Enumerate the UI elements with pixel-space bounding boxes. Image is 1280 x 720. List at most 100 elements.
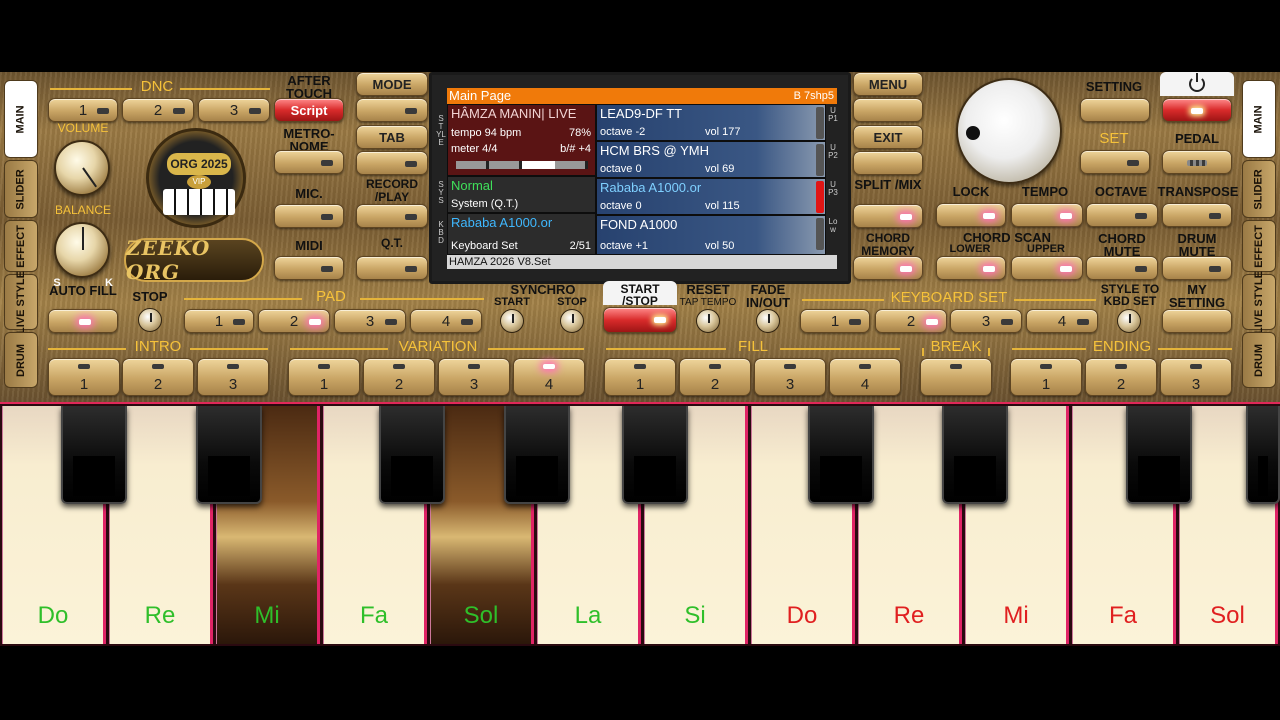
black-key[interactable] [1126, 406, 1192, 504]
keyboard-set-button-3[interactable]: 3 [950, 309, 1022, 333]
set-button[interactable] [1080, 150, 1150, 174]
black-key[interactable] [504, 406, 570, 504]
part-up2[interactable]: HCM BRS @ YMH octave 0 vol 69 [596, 141, 826, 178]
tab-effect-left[interactable]: EFFECT [4, 220, 38, 272]
tab-select-button[interactable] [356, 151, 428, 175]
synchro-start-knob[interactable] [500, 309, 524, 333]
black-key[interactable] [808, 406, 874, 504]
style-to-kbd-knob[interactable] [1117, 309, 1141, 333]
intro-button-3[interactable]: 3 [197, 358, 269, 396]
tempo-button[interactable] [1011, 203, 1083, 227]
script-button[interactable]: Script [274, 98, 344, 122]
octave-button[interactable] [1086, 203, 1158, 227]
variation-button-4[interactable]: 4 [513, 358, 585, 396]
synchro-stop-knob[interactable] [560, 309, 584, 333]
ending-button-2[interactable]: 2 [1085, 358, 1157, 396]
black-key[interactable] [622, 406, 688, 504]
drum-mute-button[interactable] [1162, 256, 1232, 280]
black-key[interactable] [1246, 406, 1280, 504]
variation-button-1[interactable]: 1 [288, 358, 360, 396]
tab-drum-right[interactable]: DRUM [1242, 332, 1276, 388]
lock-button[interactable] [936, 203, 1006, 227]
transpose-button[interactable] [1162, 203, 1232, 227]
divider [1012, 348, 1086, 350]
mode-button[interactable]: MODE [356, 72, 428, 96]
tab-button[interactable]: TAB [356, 125, 428, 149]
intro-button-2[interactable]: 2 [122, 358, 194, 396]
mode-select-button[interactable] [356, 98, 428, 122]
metronome-button[interactable] [274, 150, 344, 174]
fill-button-4[interactable]: 4 [829, 358, 901, 396]
menu-button[interactable]: MENU [853, 72, 923, 96]
split-mix-button[interactable] [853, 204, 923, 228]
fill-button-2[interactable]: 2 [679, 358, 751, 396]
balance-knob[interactable] [54, 222, 110, 278]
control-panel: MAIN SLIDER EFFECT LIVE STYLE DRUM MAIN … [0, 72, 1280, 402]
tab-main-left[interactable]: MAIN [4, 80, 38, 158]
fill-button-1[interactable]: 1 [604, 358, 676, 396]
black-key[interactable] [379, 406, 445, 504]
dnc-button-1[interactable]: 1 [48, 98, 118, 122]
exit-select-button[interactable] [853, 151, 923, 175]
keyboard-set-button-1[interactable]: 1 [800, 309, 870, 333]
reset-tap-knob[interactable] [696, 309, 720, 333]
sys-cell[interactable]: Normal System (Q.T.) [447, 176, 596, 213]
ending-button-1[interactable]: 1 [1010, 358, 1082, 396]
mic-button[interactable] [274, 204, 344, 228]
pad-button-1[interactable]: 1 [184, 309, 254, 333]
part-up3[interactable]: Rababa A1000.or octave 0 vol 115 [596, 178, 826, 215]
data-dial[interactable] [956, 78, 1062, 184]
keyboard-set-button-4[interactable]: 4 [1026, 309, 1098, 333]
midi-button[interactable] [274, 256, 344, 280]
variation-button-3[interactable]: 3 [438, 358, 510, 396]
pad-label: PAD [316, 288, 346, 305]
my-setting-button[interactable] [1162, 309, 1232, 333]
menu-select-button[interactable] [853, 98, 923, 122]
keyboard-set-button-2[interactable]: 2 [875, 309, 947, 333]
fill-button-3[interactable]: 3 [754, 358, 826, 396]
qt-button[interactable] [356, 256, 428, 280]
tab-drum-left[interactable]: DRUM [4, 332, 38, 388]
tab-main-right[interactable]: MAIN [1242, 80, 1276, 158]
volume-knob[interactable] [54, 140, 110, 196]
chord-memory-button[interactable] [853, 256, 923, 280]
beat-indicator [522, 161, 555, 169]
auto-fill-button[interactable] [48, 309, 118, 333]
black-key[interactable] [196, 406, 262, 504]
tab-live-style-right[interactable]: LIVE STYLE [1242, 271, 1276, 333]
black-key[interactable] [61, 406, 127, 504]
intro-button-1[interactable]: 1 [48, 358, 120, 396]
style-cell[interactable]: HÂMZA MANIN| LIVE tempo 94 bpm 78% meter… [447, 104, 596, 176]
exit-button[interactable]: EXIT [853, 125, 923, 149]
pedal-button[interactable] [1162, 150, 1232, 174]
tempo-percent: 78% [568, 127, 591, 139]
pad-button-2[interactable]: 2 [258, 309, 330, 333]
kbd-sub: Keyboard Set [451, 240, 518, 252]
transpose-text: b/# +4 [560, 143, 591, 155]
part-low[interactable]: FOND A1000 octave +1 vol 50 [596, 215, 826, 255]
dnc-button-3[interactable]: 3 [198, 98, 270, 122]
record-play-button[interactable] [356, 204, 428, 228]
tab-effect-right[interactable]: EFFECT [1242, 220, 1276, 272]
pad-button-3[interactable]: 3 [334, 309, 406, 333]
led-indicator [543, 364, 555, 369]
chord-scan-lower-button[interactable] [936, 256, 1006, 280]
start-stop-button[interactable] [603, 307, 677, 333]
tab-slider-right[interactable]: SLIDER [1242, 160, 1276, 218]
tab-slider-left[interactable]: SLIDER [4, 160, 38, 218]
part-up1[interactable]: LEAD9-DF TT octave -2 vol 177 [596, 104, 826, 141]
black-key[interactable] [942, 406, 1008, 504]
tab-live-style-left[interactable]: LIVE STYLE [4, 271, 38, 333]
dnc-button-2[interactable]: 2 [122, 98, 194, 122]
chord-mute-button[interactable] [1086, 256, 1158, 280]
pad-stop-knob[interactable] [138, 308, 162, 332]
setting-button[interactable] [1080, 98, 1150, 122]
kbd-cell[interactable]: Rababa A1000.or Keyboard Set 2/51 [447, 213, 596, 255]
power-button[interactable] [1162, 98, 1232, 122]
break-button[interactable] [920, 358, 992, 396]
pad-button-4[interactable]: 4 [410, 309, 482, 333]
chord-scan-upper-button[interactable] [1011, 256, 1083, 280]
ending-button-3[interactable]: 3 [1160, 358, 1232, 396]
variation-button-2[interactable]: 2 [363, 358, 435, 396]
fade-knob[interactable] [756, 309, 780, 333]
